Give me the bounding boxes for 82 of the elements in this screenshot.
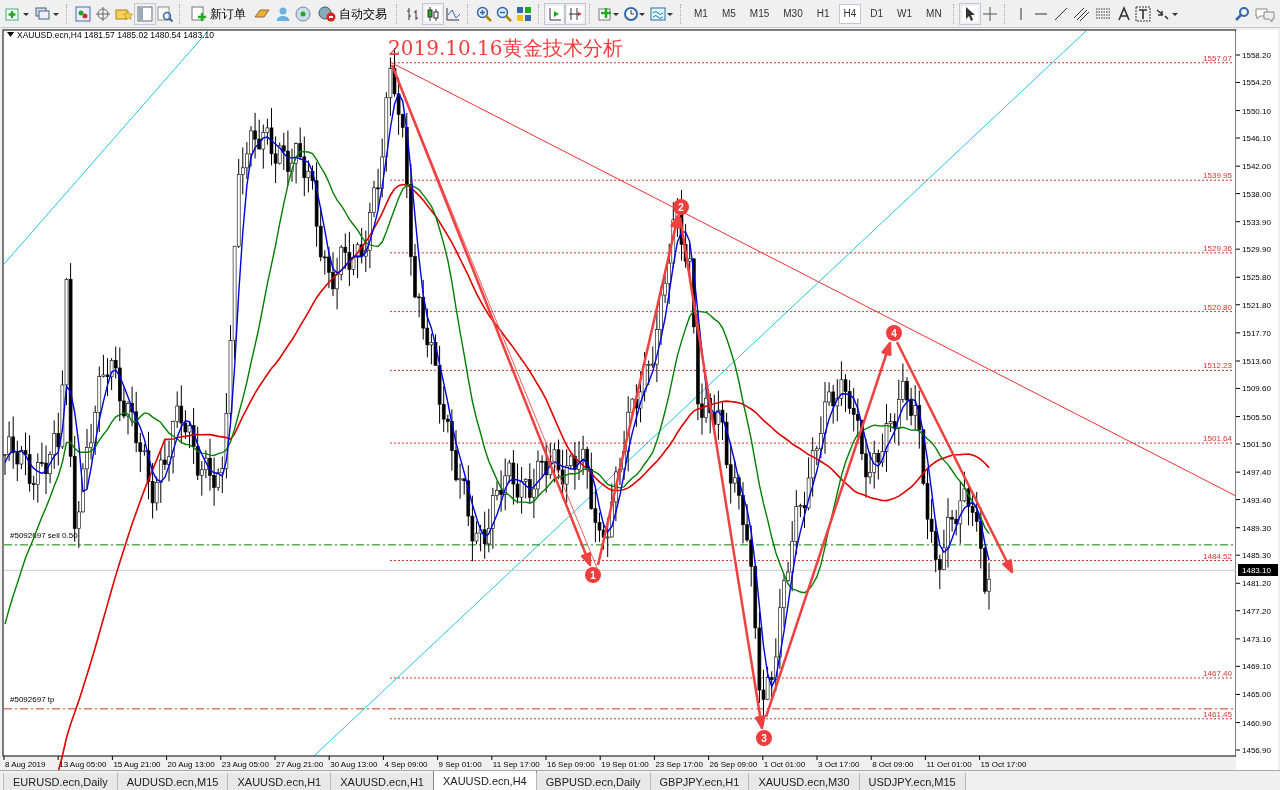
price-tick-label: 1460.90 bbox=[1242, 718, 1271, 728]
price-tick-label: 1517.70 bbox=[1242, 328, 1271, 338]
timeframe-button[interactable]: M15 bbox=[744, 3, 775, 24]
price-tick-label: 1489.30 bbox=[1242, 523, 1271, 533]
price-tick-label: 1497.40 bbox=[1242, 468, 1271, 478]
price-tick-label: 1501.50 bbox=[1242, 440, 1271, 449]
chart-header: XAUUSD.ecn,H4 1481.57 1485.02 1480.54 1483.10 bbox=[17, 30, 215, 40]
price-tick-label: 1469.10 bbox=[1242, 662, 1271, 672]
price-level-label: 1501.64 bbox=[1203, 434, 1232, 444]
timeframe-button[interactable]: M5 bbox=[716, 3, 741, 24]
price-tick-label: 1465.00 bbox=[1242, 690, 1271, 700]
price-tick-label: 1558.20 bbox=[1242, 51, 1271, 60]
price-level-label: 1520.80 bbox=[1203, 302, 1232, 312]
timeframe-button[interactable]: M30 bbox=[778, 3, 808, 24]
time-tick-label: 20 Aug 13:00 bbox=[167, 760, 215, 769]
price-tick-label: 1505.50 bbox=[1242, 412, 1271, 422]
time-tick-label: 27 Aug 21:00 bbox=[276, 760, 324, 769]
price-tick-label: 1485.30 bbox=[1242, 551, 1271, 561]
price-tick-label: 1542.00 bbox=[1242, 162, 1271, 172]
marker-number: 4 bbox=[891, 328, 897, 339]
marker-number: 3 bbox=[761, 733, 767, 744]
timeframe-button[interactable]: H1 bbox=[811, 3, 835, 24]
price-tick-label: 1477.20 bbox=[1242, 606, 1271, 616]
price-tick-label: 1529.90 bbox=[1242, 245, 1271, 255]
chart-tab[interactable]: XAUUSD.ecn,H4 bbox=[433, 771, 537, 790]
chart-tab[interactable]: XAUUSD.ecn,H1 bbox=[227, 773, 332, 790]
timeframe-button[interactable]: MN bbox=[921, 3, 947, 24]
price-tick-label: 1550.10 bbox=[1242, 106, 1271, 116]
price-tick-label: 1509.60 bbox=[1242, 384, 1271, 394]
time-tick-label: 26 Sep 09:00 bbox=[709, 760, 758, 769]
time-tick-label: 11 Oct 01:00 bbox=[926, 760, 972, 769]
chart-tab[interactable]: AUDUSD.ecn,M15 bbox=[116, 773, 229, 790]
price-level-label: 1467.40 bbox=[1203, 669, 1232, 678]
time-tick-label: 23 Sep 17:00 bbox=[655, 760, 703, 769]
time-tick-label: 4 Sep 09:00 bbox=[384, 760, 428, 769]
marker-number: 2 bbox=[678, 202, 684, 213]
time-tick-label: 15 Aug 21:00 bbox=[113, 760, 161, 769]
price-tick-label: 1493.40 bbox=[1242, 495, 1271, 505]
timeframe-button[interactable]: D1 bbox=[865, 3, 889, 24]
price-level-label: 1529.36 bbox=[1203, 243, 1232, 253]
chart-title: 2019.10.16黄金技术分析 bbox=[388, 36, 623, 60]
price-tick-label: 1456.90 bbox=[1242, 746, 1271, 755]
time-tick-label: 8 Oct 09:00 bbox=[872, 760, 914, 769]
price-tick-label: 1538.00 bbox=[1242, 189, 1271, 199]
time-tick-label: 30 Aug 13:00 bbox=[330, 760, 378, 769]
price-tick-label: 1525.80 bbox=[1242, 273, 1271, 283]
marker-number: 1 bbox=[590, 570, 596, 581]
time-tick-label: 1 Oct 01:00 bbox=[763, 760, 806, 769]
auto-trading-button[interactable]: 自动交易 bbox=[315, 2, 390, 25]
time-tick-label: 8 Aug 2019 bbox=[5, 760, 46, 769]
chart-tab[interactable]: XAUUSD.ecn,H1 bbox=[330, 773, 434, 790]
price-tick-label: 1473.10 bbox=[1242, 634, 1271, 644]
chart-tab[interactable]: EURUSD.ecn,Daily bbox=[3, 773, 118, 790]
price-level-label: 1557.07 bbox=[1203, 53, 1232, 63]
price-tick-label: 1546.10 bbox=[1242, 134, 1271, 143]
time-tick-label: 23 Aug 05:00 bbox=[221, 760, 269, 769]
time-tick-label: 16 Sep 09:00 bbox=[547, 760, 595, 769]
time-tick-label: 13 Aug 05:00 bbox=[59, 760, 107, 769]
order-label: #5092697 tp bbox=[10, 694, 55, 704]
timeframe-button[interactable]: H4 bbox=[838, 3, 862, 24]
chart-tab[interactable]: XAUUSD.ecn,M30 bbox=[748, 773, 860, 790]
price-tick-label: 1554.20 bbox=[1242, 78, 1271, 88]
new-order-button[interactable]: 新订单 bbox=[188, 2, 249, 25]
price-tick-label: 1481.20 bbox=[1242, 579, 1271, 589]
price-tick-label: 1513.60 bbox=[1242, 357, 1271, 366]
chart-tab[interactable]: GBPJPY.ecn,H1 bbox=[649, 773, 750, 790]
price-tick-label: 1521.80 bbox=[1242, 300, 1271, 310]
price-level-label: 1461.45 bbox=[1203, 709, 1232, 719]
time-tick-label: 9 Sep 01:00 bbox=[438, 760, 482, 769]
timeframe-button[interactable]: W1 bbox=[892, 3, 918, 24]
time-tick-label: 19 Sep 01:00 bbox=[601, 760, 649, 769]
time-tick-label: 3 Oct 17:00 bbox=[818, 760, 860, 769]
price-level-label: 1512.23 bbox=[1203, 361, 1232, 371]
timeframe-button[interactable]: M1 bbox=[689, 3, 713, 24]
current-price-label: 1483.10 bbox=[1238, 564, 1278, 576]
chart-tab[interactable]: GBPUSD.ecn,Daily bbox=[535, 773, 651, 790]
price-level-label: 1539.95 bbox=[1203, 171, 1232, 181]
time-tick-label: 11 Sep 17:00 bbox=[492, 760, 540, 769]
time-tick-label: 15 Oct 17:00 bbox=[980, 760, 1027, 769]
price-level-label: 1484.52 bbox=[1203, 551, 1232, 561]
price-tick-label: 1533.90 bbox=[1242, 217, 1271, 227]
chart-tab[interactable]: USDJPY.ecn,M15 bbox=[858, 773, 966, 790]
